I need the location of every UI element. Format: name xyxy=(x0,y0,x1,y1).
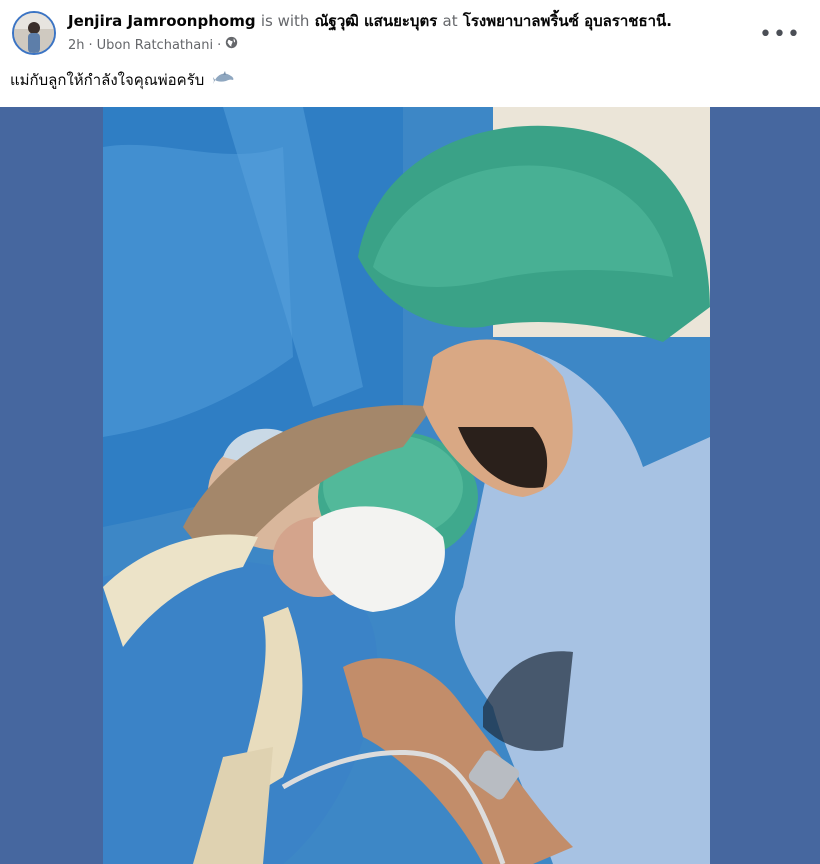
more-options-icon[interactable]: ••• xyxy=(759,22,800,47)
meta-separator: · xyxy=(217,37,222,53)
facebook-post: Jenjira Jamroonphomg is with ณัฐวุฒิ แสน… xyxy=(0,0,820,864)
author-avatar[interactable] xyxy=(12,11,56,55)
post-photo-frame xyxy=(0,107,820,864)
globe-icon[interactable] xyxy=(225,36,238,55)
dolphin-icon xyxy=(213,70,235,91)
location-link[interactable]: โรงพยาบาลพริ้นซ์ อุบลราชธานี. xyxy=(463,12,672,30)
author-name[interactable]: Jenjira Jamroonphomg xyxy=(68,12,256,30)
meta-separator: · xyxy=(88,37,93,53)
post-headline: Jenjira Jamroonphomg is with ณัฐวุฒิ แสน… xyxy=(68,11,672,31)
at-text: at xyxy=(442,12,458,30)
is-with-text: is with xyxy=(260,12,310,30)
post-time[interactable]: 2h xyxy=(68,37,85,55)
caption-text: แม่กับลูกให้กำลังใจคุณพ่อครับ xyxy=(10,71,205,89)
post-header: Jenjira Jamroonphomg is with ณัฐวุฒิ แสน… xyxy=(0,0,820,70)
post-photo[interactable] xyxy=(103,107,710,864)
post-caption: แม่กับลูกให้กำลังใจคุณพ่อครับ xyxy=(10,70,235,91)
tagged-person[interactable]: ณัฐวุฒิ แสนยะบุตร xyxy=(315,12,438,30)
post-place[interactable]: Ubon Ratchathani xyxy=(97,37,213,55)
post-meta: 2h · Ubon Ratchathani · xyxy=(68,36,238,55)
